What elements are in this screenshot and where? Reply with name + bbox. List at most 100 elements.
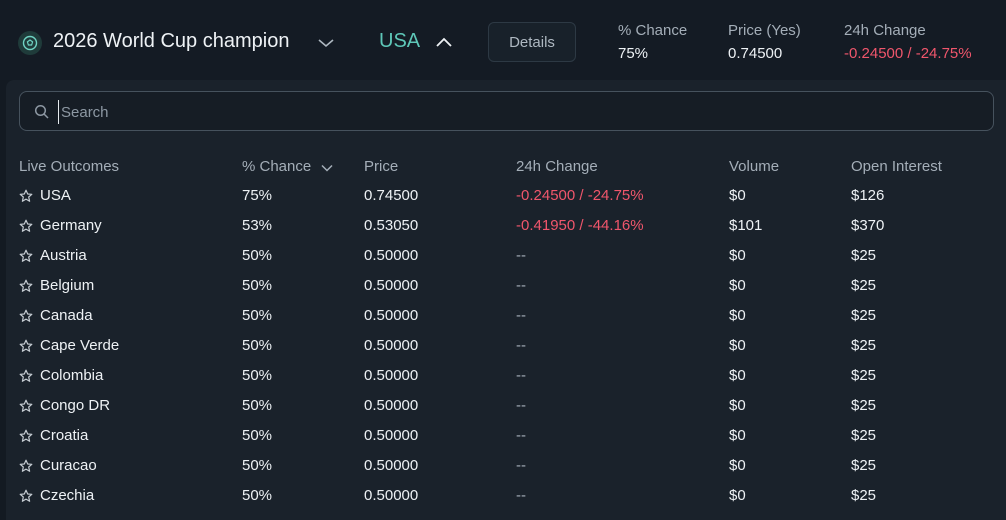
outcome-row[interactable]: Colombia 50% 0.50000 -- $0 $25 — [6, 361, 1006, 391]
chevron-down-icon — [321, 159, 333, 176]
outcome-24h-change: -- — [516, 427, 526, 444]
outcome-row[interactable]: Canada 50% 0.50000 -- $0 $25 — [6, 301, 1006, 331]
outcome-price: 0.50000 — [364, 397, 419, 414]
outcome-row[interactable]: Cape Verde 50% 0.50000 -- $0 $25 — [6, 331, 1006, 361]
outcome-name: Austria — [40, 247, 87, 264]
outcome-open-interest: $25 — [851, 487, 877, 504]
outcome-row[interactable]: Croatia 50% 0.50000 -- $0 $25 — [6, 421, 1006, 451]
column-header-24h-change[interactable]: 24h Change — [516, 158, 598, 175]
outcome-24h-change: -- — [516, 337, 526, 354]
outcome-24h-change: -- — [516, 277, 526, 294]
outcome-volume: $0 — [729, 487, 746, 504]
outcome-row[interactable]: Austria 50% 0.50000 -- $0 $25 — [6, 241, 1006, 271]
outcome-name: Belgium — [40, 277, 95, 294]
outcome-volume: $0 — [729, 427, 746, 444]
outcome-volume: $0 — [729, 397, 746, 414]
outcome-volume: $0 — [729, 247, 746, 264]
outcome-24h-change: -- — [516, 367, 526, 384]
star-icon[interactable] — [19, 369, 33, 388]
outcome-volume: $0 — [729, 187, 746, 204]
outcome-volume: $0 — [729, 277, 746, 294]
outcomes-dropdown: Live Outcomes % Chance Price 24h Change … — [6, 80, 1006, 520]
outcome-open-interest: $25 — [851, 337, 877, 354]
outcome-price: 0.50000 — [364, 277, 419, 294]
stat-value: -0.24500 / -24.75% — [844, 45, 972, 62]
search-box[interactable] — [19, 91, 994, 131]
outcome-price: 0.50000 — [364, 457, 419, 474]
star-icon[interactable] — [19, 489, 33, 508]
outcome-name: Czechia — [40, 487, 95, 504]
outcomes-list: USA 75% 0.74500 -0.24500 / -24.75% $0 $126 Ger… — [6, 181, 1006, 511]
outcome-row[interactable]: Congo DR 50% 0.50000 -- $0 $25 — [6, 391, 1006, 421]
outcome-open-interest: $25 — [851, 397, 877, 414]
outcome-open-interest: $370 — [851, 217, 885, 234]
outcome-volume: $101 — [729, 217, 763, 234]
outcome-price: 0.50000 — [364, 307, 419, 324]
column-header-price[interactable]: Price — [364, 158, 398, 175]
outcome-24h-change: -- — [516, 457, 526, 474]
outcome-price: 0.50000 — [364, 367, 419, 384]
outcome-chance: 50% — [242, 397, 273, 414]
stat-label: % Chance — [618, 22, 688, 39]
star-icon[interactable] — [19, 189, 33, 208]
search-input[interactable] — [58, 100, 963, 124]
star-icon[interactable] — [19, 279, 33, 298]
star-icon[interactable] — [19, 429, 33, 448]
stat-label: 24h Change — [844, 22, 926, 39]
outcome-name: Croatia — [40, 427, 89, 444]
outcome-row[interactable]: Germany 53% 0.53050 -0.41950 / -44.16% $101 $… — [6, 211, 1006, 241]
outcome-name: Curacao — [40, 457, 97, 474]
outcome-open-interest: $126 — [851, 187, 885, 204]
outcome-price: 0.50000 — [364, 427, 419, 444]
outcome-chance: 50% — [242, 247, 273, 264]
outcome-chance: 50% — [242, 307, 273, 324]
outcome-name: Cape Verde — [40, 337, 120, 354]
details-button[interactable]: Details — [488, 22, 576, 62]
outcome-row[interactable]: Curacao 50% 0.50000 -- $0 $25 — [6, 451, 1006, 481]
star-icon[interactable] — [19, 339, 33, 358]
outcome-open-interest: $25 — [851, 307, 877, 324]
outcome-row[interactable]: Czechia 50% 0.50000 -- $0 $25 — [6, 481, 1006, 511]
outcome-open-interest: $25 — [851, 277, 877, 294]
column-header-open-interest[interactable]: Open Interest — [851, 158, 942, 175]
outcome-row[interactable]: USA 75% 0.74500 -0.24500 / -24.75% $0 $126 — [6, 181, 1006, 211]
chevron-down-icon[interactable] — [317, 36, 335, 54]
outcome-price: 0.74500 — [364, 187, 419, 204]
outcome-open-interest: $25 — [851, 247, 877, 264]
outcome-row[interactable]: Belgium 50% 0.50000 -- $0 $25 — [6, 271, 1006, 301]
outcome-name: Canada — [40, 307, 93, 324]
stat-price: Price (Yes) 0.74500 — [728, 22, 801, 62]
outcome-chance: 50% — [242, 427, 273, 444]
star-icon[interactable] — [19, 249, 33, 268]
star-icon[interactable] — [19, 219, 33, 238]
stat-value: 0.74500 — [728, 45, 783, 62]
outcome-open-interest: $25 — [851, 457, 877, 474]
stat-24h-change: 24h Change -0.24500 / -24.75% — [844, 22, 972, 62]
outcome-open-interest: $25 — [851, 427, 877, 444]
outcome-24h-change: -- — [516, 487, 526, 504]
search-icon — [34, 104, 50, 125]
outcome-name: USA — [40, 187, 71, 204]
outcome-volume: $0 — [729, 367, 746, 384]
market-title[interactable]: 2026 World Cup champion — [53, 30, 289, 53]
outcome-name: Colombia — [40, 367, 104, 384]
column-header-volume[interactable]: Volume — [729, 158, 779, 175]
chevron-up-icon[interactable] — [435, 35, 453, 53]
outcome-chance: 75% — [242, 187, 273, 204]
column-header-chance[interactable]: % Chance — [242, 158, 333, 176]
star-icon[interactable] — [19, 399, 33, 418]
outcome-chance: 53% — [242, 217, 273, 234]
star-icon[interactable] — [19, 309, 33, 328]
outcome-open-interest: $25 — [851, 367, 877, 384]
stat-value: 75% — [618, 45, 649, 62]
outcome-name: Congo DR — [40, 397, 111, 414]
outcome-chance: 50% — [242, 367, 273, 384]
column-header-outcomes[interactable]: Live Outcomes — [19, 158, 119, 175]
outcome-24h-change: -- — [516, 247, 526, 264]
soccer-ball-icon — [18, 31, 42, 55]
stat-chance: % Chance 75% — [618, 22, 687, 62]
outcome-24h-change: -0.24500 / -24.75% — [516, 187, 644, 204]
outcome-chance: 50% — [242, 487, 273, 504]
outcome-selector[interactable]: USA — [379, 30, 420, 53]
star-icon[interactable] — [19, 459, 33, 478]
